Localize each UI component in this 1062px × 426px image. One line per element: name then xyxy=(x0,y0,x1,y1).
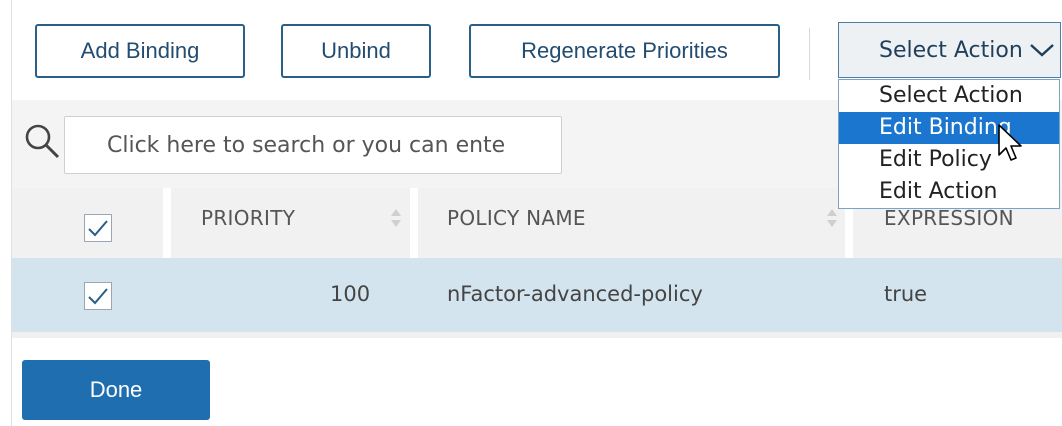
column-divider xyxy=(410,188,418,258)
select-action-menu: Select Action Edit Binding Edit Policy E… xyxy=(838,79,1060,209)
column-header-policy-name[interactable]: POLICY NAME xyxy=(447,206,586,230)
checkmark-icon xyxy=(88,288,108,305)
toolbar-separator xyxy=(809,28,810,80)
regenerate-priorities-button[interactable]: Regenerate Priorities xyxy=(469,24,780,78)
sort-icon[interactable] xyxy=(390,207,402,229)
select-action-dropdown[interactable]: Select Action xyxy=(838,22,1061,78)
column-header-expression[interactable]: EXPRESSION xyxy=(884,206,1014,230)
row-checkbox[interactable] xyxy=(84,282,112,310)
cell-expression: true xyxy=(884,282,928,306)
checkmark-icon xyxy=(88,220,108,237)
search-placeholder: Click here to search or you can ente xyxy=(107,132,506,158)
select-action-value: Select Action xyxy=(879,37,1023,63)
chevron-down-icon xyxy=(1029,44,1054,57)
done-button[interactable]: Done xyxy=(22,360,210,420)
select-all-checkbox[interactable] xyxy=(84,214,112,242)
mouse-cursor-icon xyxy=(998,124,1022,161)
search-input[interactable]: Click here to search or you can ente xyxy=(64,116,562,174)
menu-item-edit-action[interactable]: Edit Action xyxy=(839,176,1059,208)
sort-icon[interactable] xyxy=(826,207,838,229)
menu-item-select-action[interactable]: Select Action xyxy=(839,80,1059,112)
menu-item-edit-binding[interactable]: Edit Binding xyxy=(839,112,1059,144)
search-icon[interactable] xyxy=(22,121,62,161)
menu-item-edit-policy[interactable]: Edit Policy xyxy=(839,144,1059,176)
column-header-priority[interactable]: PRIORITY xyxy=(201,206,295,230)
table-footer-strip xyxy=(12,332,1062,338)
cell-policy-name[interactable]: nFactor-advanced-policy xyxy=(447,282,703,306)
unbind-button[interactable]: Unbind xyxy=(281,24,431,78)
column-divider xyxy=(163,188,171,258)
cell-priority: 100 xyxy=(330,282,371,306)
add-binding-button[interactable]: Add Binding xyxy=(35,24,245,78)
